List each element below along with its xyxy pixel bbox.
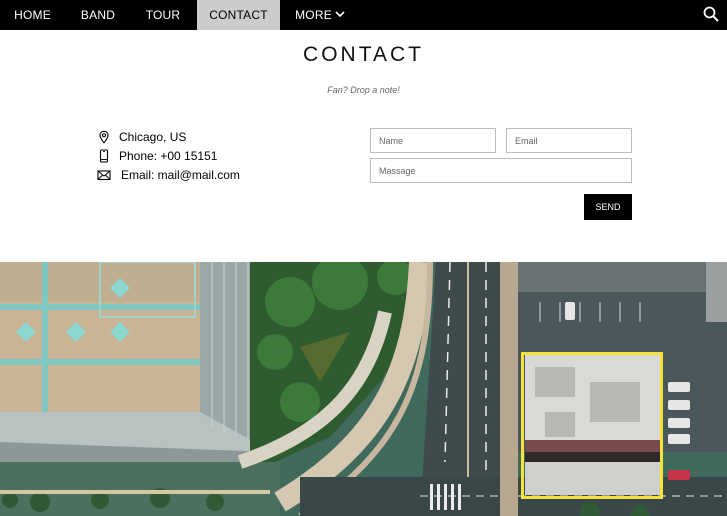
search-icon[interactable] [702, 5, 720, 23]
email-text: Email: mail@mail.com [121, 168, 240, 182]
location-row: Chicago, US [97, 128, 186, 146]
name-input[interactable] [370, 128, 496, 153]
send-button[interactable]: SEND [584, 194, 632, 220]
top-navbar: HOME BAND TOUR CONTACT MORE [0, 0, 727, 30]
message-input[interactable] [370, 158, 632, 183]
page-subtitle: Fan? Drop a note! [327, 85, 400, 95]
map-marker-icon [99, 130, 109, 144]
envelope-icon [97, 170, 111, 181]
nav-tour[interactable]: TOUR [133, 0, 193, 30]
chevron-down-icon [335, 11, 345, 17]
location-text: Chicago, US [119, 130, 187, 144]
nav-more-label: MORE [295, 8, 332, 22]
phone-text: Phone: +00 15151 [119, 149, 218, 163]
phone-icon [99, 149, 109, 163]
aerial-city-image [0, 262, 727, 516]
phone-row: Phone: +00 15151 [97, 147, 217, 165]
email-row: Email: mail@mail.com [97, 166, 240, 184]
email-input[interactable] [506, 128, 632, 153]
nav-band[interactable]: BAND [67, 0, 129, 30]
nav-home[interactable]: HOME [0, 0, 65, 30]
nav-contact[interactable]: CONTACT [197, 0, 280, 30]
nav-more-dropdown[interactable]: MORE [284, 0, 356, 30]
page-title: CONTACT [303, 43, 424, 66]
